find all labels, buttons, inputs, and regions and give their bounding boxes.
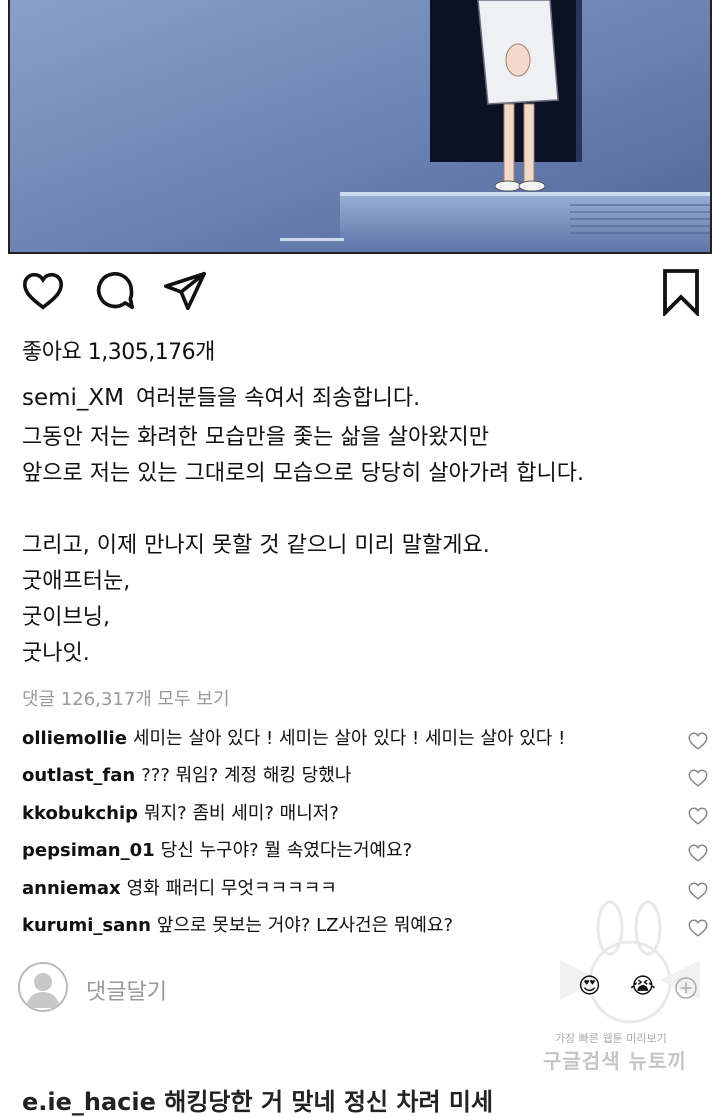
comment-username[interactable]: kkobukchip: [22, 803, 138, 824]
caption-body: 그동안 저는 화려한 모습만을 좇는 삶을 살아왔지만 앞으로 저는 있는 그대…: [22, 420, 702, 672]
comment-row: kurumi_sann 앞으로 못보는 거야? LZ사건은 뭐예요?: [22, 907, 712, 944]
heart-eyes-emoji-icon[interactable]: 😍: [578, 974, 601, 999]
caption-line: 굿이브닝,: [22, 605, 110, 630]
comment-text: 뭐지? 좀비 세미? 매니저?: [144, 802, 339, 824]
comment-input[interactable]: 댓글달기: [86, 974, 167, 1006]
comment-text: 세미는 살아 있다 ! 세미는 살아 있다 ! 세미는 살아 있다 !: [132, 728, 566, 749]
comment-row: olliemollie 세미는 살아 있다 ! 세미는 살아 있다 ! 세미는 살…: [22, 720, 712, 757]
heart-outline-icon[interactable]: [20, 268, 66, 318]
comment-row: anniemax 영화 패러디 무엇ㅋㅋㅋㅋㅋ: [22, 870, 712, 907]
comment-row: kkobukchip 뭐지? 좀비 세미? 매니저?: [22, 795, 712, 832]
comment-username[interactable]: kurumi_sann: [22, 915, 151, 936]
comment-text: 영화 패러디 무엇ㅋㅋㅋㅋㅋ: [126, 877, 337, 899]
caption-first-line: 여러분들을 속여서 죄송합니다.: [136, 386, 421, 411]
crying-emoji-icon[interactable]: 😭: [630, 974, 656, 999]
caption-username[interactable]: semi_XM: [22, 385, 124, 411]
like-count[interactable]: 좋아요 1,305,176개: [22, 334, 215, 366]
comment-username[interactable]: anniemax: [22, 878, 121, 899]
bookmark-icon[interactable]: [660, 268, 702, 320]
comment-row: outlast_fan ??? 뭐임? 계정 해킹 당했나: [22, 757, 712, 794]
comment-username[interactable]: outlast_fan: [22, 765, 135, 786]
comment-text: 당신 누구야? 뭘 속였다는거예요?: [160, 840, 413, 862]
add-comment-bar: 댓글달기 😍 😭: [18, 962, 708, 1018]
comment-row: pepsiman_01 당신 누구야? 뭘 속였다는거예요?: [22, 832, 712, 869]
paper-plane-icon[interactable]: [162, 268, 208, 318]
partial-next-comment: e.ie_hacie 해킹당한 거 맞네 정신 차려 미세: [22, 1088, 494, 1116]
comment-list: olliemollie 세미는 살아 있다 ! 세미는 살아 있다 ! 세미는 살…: [22, 720, 712, 944]
comment-text: ??? 뭐임? 계정 해킹 당했나: [141, 765, 352, 787]
view-all-comments-link[interactable]: 댓글 126,317개 모두 보기: [22, 685, 230, 711]
comment-username[interactable]: olliemollie: [22, 728, 127, 749]
caption-header: semi_XM 여러분들을 속여서 죄송합니다.: [22, 380, 420, 412]
speech-bubble-icon[interactable]: [92, 268, 138, 318]
avatar[interactable]: [18, 962, 68, 1012]
caption-line: 그리고, 이제 만나지 못할 것 같으니 미리 말할게요.: [22, 533, 490, 558]
caption-line: 굿나잇.: [22, 641, 90, 666]
post-action-bar: [0, 268, 720, 320]
comment-like-heart-icon[interactable]: [686, 915, 710, 952]
plus-circle-icon[interactable]: [674, 976, 698, 1006]
caption-line: 굿애프터눈,: [22, 569, 131, 594]
post-image[interactable]: [8, 0, 712, 254]
caption-line: 그동안 저는 화려한 모습만을 좇는 삶을 살아왔지만: [22, 425, 490, 450]
watermark-line2: 구글검색 뉴토끼: [543, 1049, 687, 1073]
comment-username[interactable]: pepsiman_01: [22, 840, 155, 861]
watermark-line1: 가장 빠른 웹툰 미리보기: [555, 1032, 667, 1045]
comment-text: 앞으로 못보는 거야? LZ사건은 뭐예요?: [156, 914, 454, 936]
caption-line: 앞으로 저는 있는 그대로의 모습으로 당당히 살아가려 합니다.: [22, 461, 584, 486]
